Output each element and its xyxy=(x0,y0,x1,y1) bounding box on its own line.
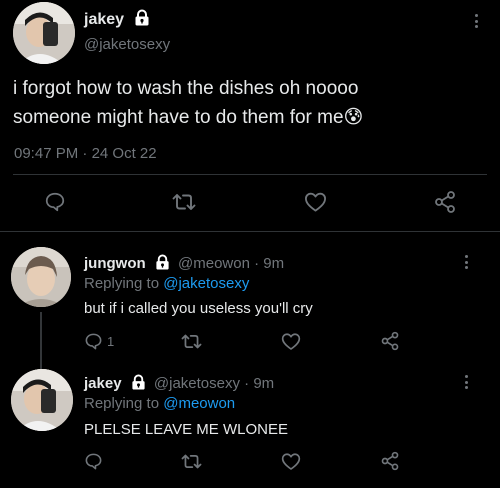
avatar-jakey-reply[interactable] xyxy=(11,369,73,431)
reply-icon xyxy=(85,453,102,470)
separator: · xyxy=(244,375,250,392)
reply2-age[interactable]: 9m xyxy=(253,375,274,392)
reply-button[interactable]: 1 xyxy=(84,332,114,351)
like-icon xyxy=(281,453,301,470)
divider xyxy=(13,174,487,175)
separator: · xyxy=(82,145,88,162)
replying-to-link[interactable]: @jaketosexy xyxy=(163,275,249,292)
reply2-author-row: jakey @jaketosexy · 9m xyxy=(84,374,274,393)
thread-line xyxy=(40,312,42,370)
more-options-icon[interactable] xyxy=(473,14,479,31)
like-button[interactable] xyxy=(304,191,327,213)
share-icon xyxy=(381,451,399,471)
divider xyxy=(0,231,500,232)
lock-icon xyxy=(135,9,148,26)
display-name[interactable]: jakey xyxy=(84,375,122,392)
reply-icon xyxy=(85,333,102,350)
more-options-icon[interactable] xyxy=(463,255,469,272)
avatar-jakey-main[interactable] xyxy=(13,2,75,64)
reply1-handle[interactable]: @meowon xyxy=(178,255,250,272)
lock-icon xyxy=(156,254,169,270)
lock-icon xyxy=(132,374,145,390)
main-tweet-text: i forgot how to wash the dishes oh noooo… xyxy=(13,78,364,128)
share-icon xyxy=(435,191,455,213)
retweet-icon xyxy=(172,194,196,210)
share-button[interactable] xyxy=(380,331,400,351)
like-icon xyxy=(281,333,301,350)
reply-count: 1 xyxy=(107,334,115,349)
main-date: 24 Oct 22 xyxy=(91,145,157,162)
retweet-icon xyxy=(181,334,202,349)
reply2-text: PLELSE LEAVE ME WLONEE xyxy=(84,421,288,438)
share-button[interactable] xyxy=(433,190,457,214)
share-icon xyxy=(381,331,399,351)
like-button[interactable] xyxy=(281,332,301,351)
retweet-button[interactable] xyxy=(181,332,202,351)
main-time: 09:47 PM xyxy=(14,145,79,162)
reply1-replying-row: Replying to @jaketosexy xyxy=(84,275,249,292)
retweet-button[interactable] xyxy=(172,191,196,213)
separator: · xyxy=(254,255,260,272)
display-name[interactable]: jakey xyxy=(84,11,124,28)
replying-prefix: Replying to xyxy=(84,275,160,292)
display-name[interactable]: jungwon xyxy=(84,255,146,272)
main-author-row: jakey xyxy=(84,9,150,29)
reply1-age[interactable]: 9m xyxy=(263,255,284,272)
more-options-icon[interactable] xyxy=(463,375,469,392)
avatar-jungwon[interactable] xyxy=(11,247,71,307)
reply2-handle[interactable]: @jaketosexy xyxy=(154,375,240,392)
replying-to-link[interactable]: @meowon xyxy=(163,395,235,412)
like-icon xyxy=(305,192,326,212)
reply2-replying-row: Replying to @meowon xyxy=(84,395,235,412)
reply-button[interactable] xyxy=(44,191,66,213)
reply-icon xyxy=(45,192,65,212)
reply-button[interactable] xyxy=(84,452,103,471)
like-button[interactable] xyxy=(281,452,301,471)
replying-prefix: Replying to xyxy=(84,395,160,412)
main-timestamp-row[interactable]: 09:47 PM · 24 Oct 22 xyxy=(14,145,157,162)
main-handle[interactable]: @jaketosexy xyxy=(84,36,170,53)
reply1-text: but if i called you useless you'll cry xyxy=(84,300,313,317)
reply1-author-row: jungwon @meowon · 9m xyxy=(84,254,284,273)
share-button[interactable] xyxy=(380,451,400,471)
retweet-button[interactable] xyxy=(181,452,202,471)
retweet-icon xyxy=(181,454,202,469)
